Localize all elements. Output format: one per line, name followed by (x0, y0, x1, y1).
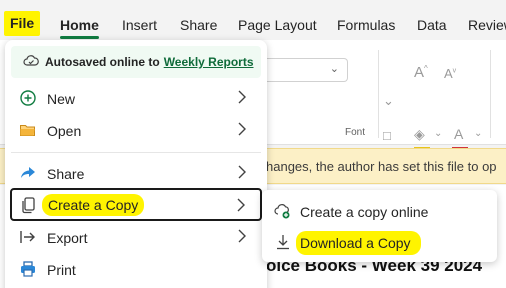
ribbon-separator (378, 50, 379, 138)
menu-separator (11, 152, 261, 153)
fill-color-icon[interactable]: ◈ (414, 126, 425, 143)
increase-font-size-icon[interactable]: A^ (414, 64, 428, 81)
chevron-right-icon (237, 164, 247, 183)
copy-icon (20, 196, 38, 214)
underline-options-icon[interactable]: ⌄ (383, 93, 394, 109)
menu-item-label: Export (47, 230, 88, 246)
tab-share[interactable]: Share (180, 0, 217, 40)
printer-icon (19, 260, 37, 278)
font-color-icon[interactable]: A (454, 126, 463, 142)
infobar-text: hanges, the author has set this file to … (266, 159, 497, 174)
tab-page-layout[interactable]: Page Layout (238, 0, 317, 40)
tab-formulas[interactable]: Formulas (337, 0, 395, 40)
tab-home[interactable]: Home (60, 0, 99, 40)
autosave-location-link[interactable]: Weekly Reports (164, 55, 254, 69)
file-menu: Autosaved online to Weekly Reports New Op… (5, 40, 267, 288)
folder-icon (19, 121, 37, 139)
tab-insert[interactable]: Insert (122, 0, 157, 40)
export-icon (19, 228, 37, 246)
cloud-copy-icon (274, 202, 292, 220)
borders-icon[interactable]: □ (383, 128, 391, 143)
menu-item-create-a-copy[interactable]: Create a Copy (10, 188, 262, 221)
decrease-font-size-icon[interactable]: Av (444, 66, 456, 81)
chevron-right-icon (236, 197, 246, 216)
menu-item-label: New (47, 91, 76, 107)
ribbon-tab-bar: File Home Insert Share Page Layout Formu… (0, 0, 506, 40)
font-group-label: Font (345, 127, 366, 138)
menu-item-export[interactable]: Export (11, 222, 261, 252)
menu-item-share[interactable]: Share (11, 158, 261, 188)
submenu-item-label: Create a copy online (300, 204, 429, 220)
submenu-item-label: Download a Copy (296, 231, 421, 255)
tab-file[interactable]: File (4, 11, 41, 36)
chevron-down-icon: ⌄ (329, 63, 339, 75)
chevron-down-icon[interactable]: ⌄ (474, 128, 482, 139)
chevron-right-icon (237, 121, 247, 140)
chevron-right-icon (237, 228, 247, 247)
tab-review[interactable]: Review (468, 0, 506, 40)
share-icon (19, 164, 37, 182)
submenu-item-download-a-copy[interactable]: Download a Copy (268, 228, 491, 256)
menu-item-label: Print (47, 262, 76, 278)
submenu-item-create-copy-online[interactable]: Create a copy online (268, 197, 491, 225)
plus-circle-icon (19, 89, 37, 107)
autosave-banner: Autosaved online to Weekly Reports (11, 46, 261, 78)
menu-item-label: Create a Copy (42, 194, 145, 216)
tab-data[interactable]: Data (417, 0, 447, 40)
download-icon (274, 233, 292, 251)
ribbon-separator (490, 50, 491, 138)
font-size-dropdown[interactable]: ⌄ (266, 58, 348, 82)
chevron-right-icon (237, 89, 247, 108)
chevron-down-icon[interactable]: ⌄ (434, 128, 442, 139)
create-copy-submenu: Create a copy online Download a Copy (262, 190, 497, 262)
menu-item-new[interactable]: New (11, 83, 261, 113)
menu-item-label: Share (47, 166, 85, 182)
cloud-check-icon (23, 54, 39, 71)
menu-item-open[interactable]: Open (11, 115, 261, 145)
menu-item-print[interactable]: Print (11, 254, 261, 284)
autosave-text: Autosaved online to Weekly Reports (45, 55, 254, 69)
menu-item-label: Open (47, 123, 82, 139)
